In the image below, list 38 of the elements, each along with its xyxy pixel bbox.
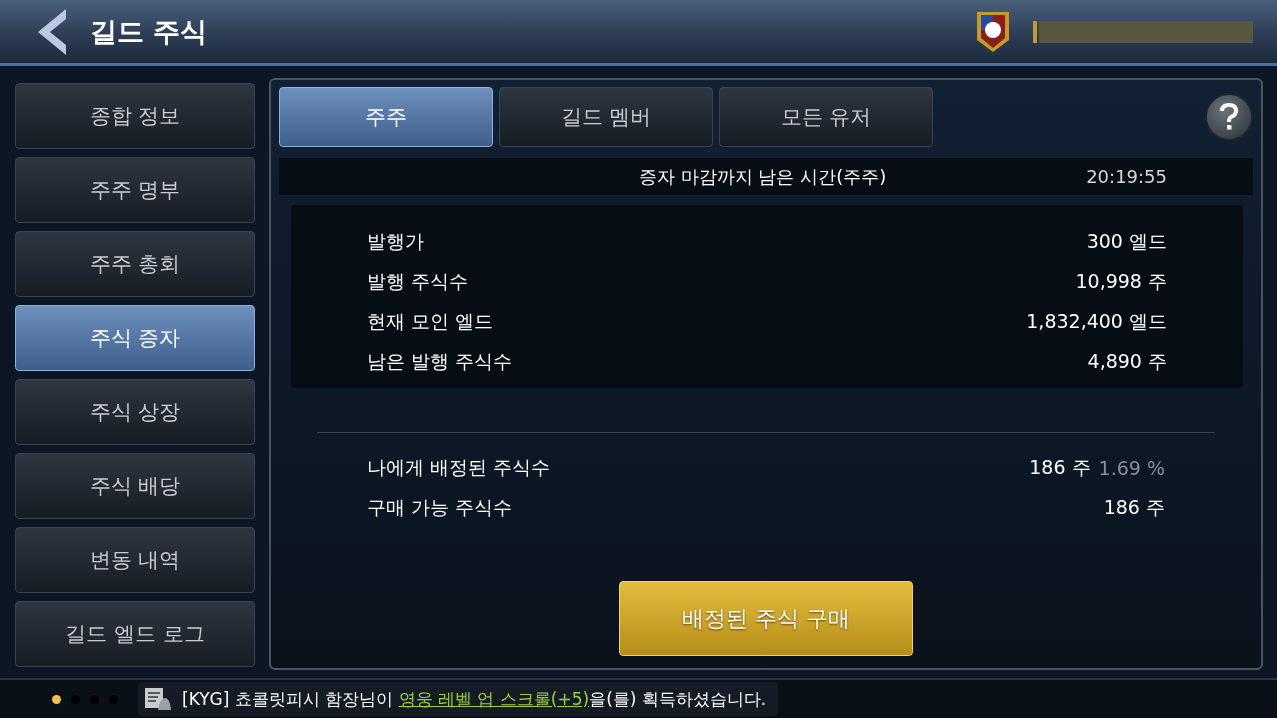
sidebar-item[interactable]: 종합 정보	[15, 83, 255, 149]
sidebar-item[interactable]: 주식 상장	[15, 379, 255, 445]
item-link[interactable]: 영웅 레벨 업 스크롤(+5)	[398, 688, 590, 709]
stat-value: 1,832,400 엘드	[1026, 308, 1167, 334]
share-percent: 1.69 %	[1098, 456, 1165, 479]
tab[interactable]: 모든 유저	[719, 87, 933, 147]
back-icon[interactable]	[38, 8, 68, 55]
sidebar-item[interactable]: 주식 증자	[15, 305, 255, 371]
stat-value: 4,890 주	[1087, 348, 1167, 374]
page-dot[interactable]	[90, 694, 99, 704]
countdown-label: 증자 마감까지 남은 시간(주주)	[637, 164, 888, 189]
tab[interactable]: 길드 멤버	[499, 87, 713, 147]
page-dot[interactable]	[52, 694, 61, 704]
guild-emblem-icon	[975, 9, 1011, 54]
notice-message: [KYG] 쵸콜릿피시 함장님이 영웅 레벨 업 스크롤(+5)을(를) 획득하셨습니다.	[182, 687, 767, 711]
stat-value: 186 주	[1103, 494, 1165, 520]
stat-label: 나에게 배정된 주식수	[367, 454, 551, 480]
tab[interactable]: 주주	[279, 87, 493, 147]
sidebar-item[interactable]: 길드 엘드 로그	[15, 601, 255, 667]
stat-value: 10,998 주	[1075, 268, 1167, 294]
stat-value: 186 주	[1029, 454, 1091, 480]
sidebar-item[interactable]: 주식 배당	[15, 453, 255, 519]
page-title: 길드 주식	[90, 14, 208, 49]
stat-label: 구매 가능 주식수	[367, 494, 513, 520]
help-icon	[1219, 103, 1239, 131]
stat-label: 남은 발행 주식수	[367, 348, 513, 374]
sidebar-item[interactable]: 주주 명부	[15, 157, 255, 223]
sidebar-item[interactable]: 주주 총회	[15, 231, 255, 297]
stat-value: 300 엘드	[1086, 228, 1167, 254]
stat-label: 현재 모인 엘드	[367, 308, 494, 334]
sidebar-item[interactable]: 변동 내역	[15, 527, 255, 593]
help-button[interactable]	[1205, 93, 1253, 141]
page-dot[interactable]	[109, 694, 118, 704]
stat-label: 발행 주식수	[367, 268, 469, 294]
scroll-bell-icon	[144, 686, 172, 712]
page-dot[interactable]	[71, 694, 80, 704]
stat-label: 발행가	[367, 228, 424, 254]
countdown-time: 20:19:55	[1086, 166, 1167, 187]
